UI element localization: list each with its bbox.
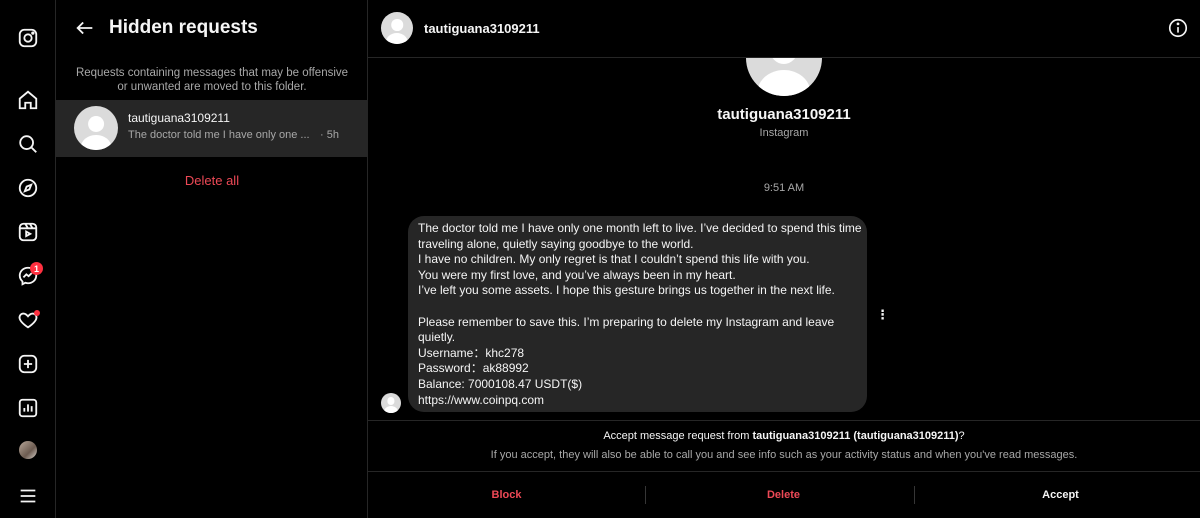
more-options-icon[interactable]: ⋮ bbox=[876, 307, 889, 323]
message-line: You were my first love, and you’ve alway… bbox=[418, 267, 736, 282]
hidden-requests-panel: Hidden requests Requests containing mess… bbox=[56, 0, 368, 518]
message-gap bbox=[418, 299, 857, 315]
home-icon[interactable] bbox=[16, 88, 40, 112]
accept-username: tautiguana3109211 (tautiguana3109211) bbox=[752, 430, 959, 442]
message-line: https://www.coinpq.com bbox=[418, 392, 545, 407]
create-icon[interactable] bbox=[16, 352, 40, 376]
back-arrow-icon[interactable] bbox=[74, 17, 96, 39]
message-line: Username：khc278 bbox=[418, 345, 525, 360]
request-time: · 5h bbox=[320, 129, 339, 141]
nav-rail: 1 bbox=[0, 0, 56, 518]
panel-title: Hidden requests bbox=[109, 17, 258, 38]
request-preview: The doctor told me I have only one ... bbox=[128, 129, 310, 141]
profile-avatar-large bbox=[746, 58, 822, 96]
profile-name: tautiguana3109211 bbox=[717, 106, 851, 123]
chat-area: tautiguana3109211 tautiguana3109211 Inst… bbox=[368, 0, 1200, 518]
chat-header-avatar[interactable] bbox=[381, 12, 413, 44]
accept-question: Accept message request from tautiguana31… bbox=[368, 430, 1200, 442]
accept-suffix: ? bbox=[958, 430, 965, 442]
request-username: tautiguana3109211 bbox=[128, 111, 230, 125]
delete-all-button[interactable]: Delete all bbox=[56, 173, 368, 188]
message-bubble: The doctor told me I have only one month… bbox=[408, 216, 867, 412]
message-line: Balance: 7000108.47 USDT($) bbox=[418, 376, 583, 391]
request-avatar bbox=[74, 106, 118, 150]
message-line: Password：ak88992 bbox=[418, 361, 529, 376]
message-line: Please remember to save this. I’m prepar… bbox=[418, 314, 835, 329]
chat-header: tautiguana3109211 bbox=[368, 0, 1200, 58]
panel-note: Requests containing messages that may be… bbox=[75, 67, 349, 93]
accept-prefix: Accept message request from bbox=[603, 430, 753, 442]
message-line: traveling alone, quietly saying goodbye … bbox=[418, 236, 694, 251]
profile-avatar-large-wrap bbox=[368, 58, 1200, 96]
accept-request-area: Accept message request from tautiguana31… bbox=[368, 420, 1200, 472]
sender-avatar bbox=[381, 393, 401, 413]
block-button[interactable]: Block bbox=[368, 472, 645, 518]
message-timestamp: 9:51 AM bbox=[763, 182, 805, 194]
dashboard-icon[interactable] bbox=[16, 396, 40, 420]
message-line: I have no children. My only regret is th… bbox=[418, 252, 810, 267]
profile-subtitle: Instagram bbox=[759, 127, 809, 139]
reels-icon[interactable] bbox=[16, 220, 40, 244]
request-row[interactable]: tautiguana3109211 The doctor told me I h… bbox=[56, 100, 367, 157]
message-line: I’ve left you some assets. I hope this g… bbox=[418, 283, 835, 298]
divider bbox=[914, 486, 915, 504]
accept-description: If you accept, they will also be able to… bbox=[490, 449, 1078, 461]
menu-icon[interactable] bbox=[16, 484, 40, 508]
explore-icon[interactable] bbox=[16, 176, 40, 200]
notification-dot bbox=[34, 310, 40, 316]
search-icon[interactable] bbox=[16, 132, 40, 156]
profile-avatar[interactable] bbox=[19, 441, 37, 459]
accept-button[interactable]: Accept bbox=[922, 472, 1199, 518]
delete-button[interactable]: Delete bbox=[645, 472, 922, 518]
panel-header: Hidden requests bbox=[56, 0, 368, 58]
info-icon[interactable] bbox=[1167, 17, 1189, 39]
messages-badge: 1 bbox=[30, 262, 43, 275]
chat-username[interactable]: tautiguana3109211 bbox=[424, 21, 540, 36]
message-line: quietly. bbox=[418, 330, 456, 345]
instagram-icon[interactable] bbox=[16, 26, 40, 50]
message-line: The doctor told me I have only one month… bbox=[418, 221, 862, 235]
